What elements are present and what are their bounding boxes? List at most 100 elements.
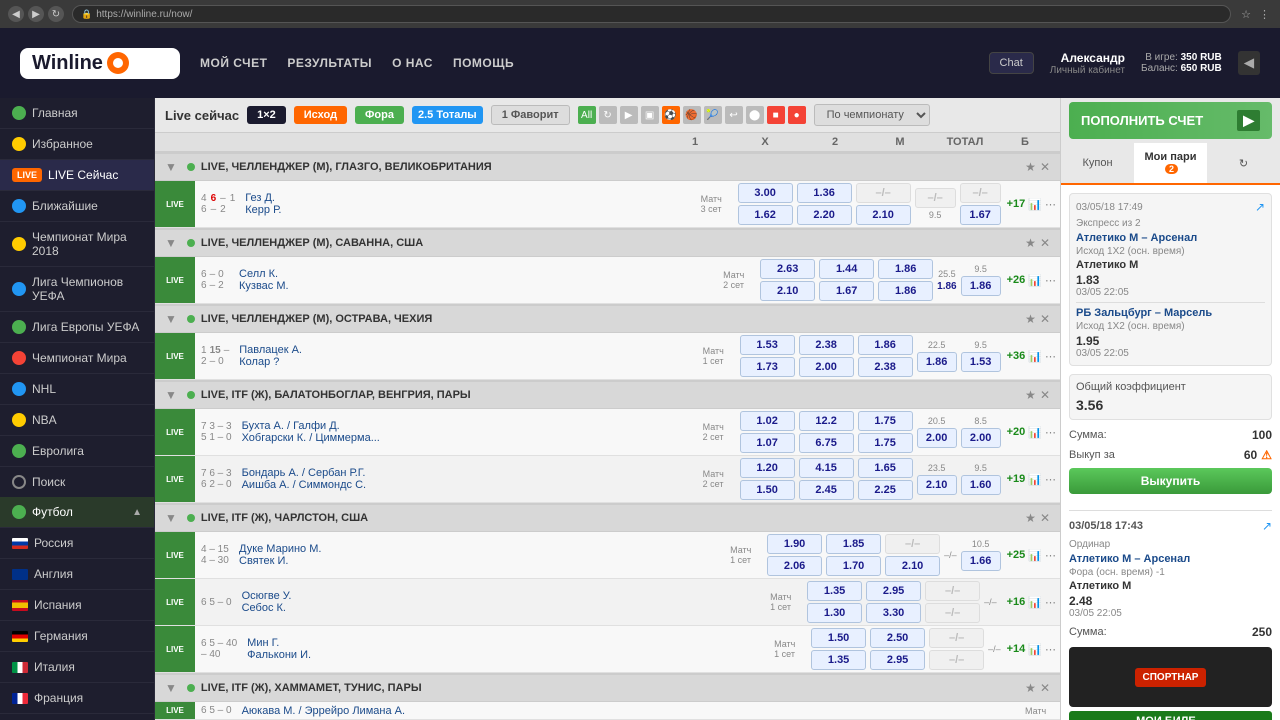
tournament-hammamet[interactable]: ▼ LIVE, ITF (Ж), ХАММАМЕТ, ТУНИС, ПАРЫ ★… [155,673,1060,702]
tab-totals[interactable]: 2.5 Тоталы [412,106,483,124]
player1-glasgow[interactable]: Гез Д. [245,192,696,204]
sidebar-item-search[interactable]: Поиск [0,467,154,497]
refresh-btn[interactable]: ↻ [48,6,64,22]
menu-icon[interactable]: ⋮ [1257,6,1272,23]
sidebar-item-nba[interactable]: NBA [0,405,154,436]
filter-icon-8[interactable]: ⬤ [746,106,764,124]
sportnation-btn[interactable]: СПОРТНАР [1135,668,1207,687]
odd3t-ostrava[interactable]: 2.38 [858,357,913,377]
player2-ch3[interactable]: Фалькони И. [247,649,770,661]
odd1-savannah[interactable]: 2.63 [760,259,815,279]
sidebar-item-euroleague[interactable]: Евролига [0,436,154,467]
player1-hm[interactable]: Аюкава М. / Эррейро Лимана А. [242,705,1021,717]
total-b-bb2[interactable]: 1.60 [961,475,1001,495]
sidebar-item-spain[interactable]: Испания [0,590,154,621]
tourn-star-charleston[interactable]: ★ [1025,511,1036,525]
total-hb-bb2[interactable]: 2.10 [917,475,957,495]
player1-savannah[interactable]: Селл К. [239,268,719,280]
sidebar-item-home[interactable]: Главная [0,98,154,129]
nav-about[interactable]: О НАС [392,56,433,70]
sidebar-item-england[interactable]: Англия [0,559,154,590]
tab-favorite[interactable]: 1 Фаворит [491,105,570,125]
odd1t-ostrava[interactable]: 1.73 [740,357,795,377]
tournament-balatonboglar[interactable]: ▼ LIVE, ITF (Ж), БАЛАТОНБОГЛАР, ВЕНГРИЯ,… [155,380,1060,409]
odd1t-savannah[interactable]: 2.10 [760,281,815,301]
tourn-close-charleston[interactable]: ✕ [1040,511,1050,525]
more-bb2[interactable]: ⋯ [1045,473,1056,486]
address-bar[interactable]: 🔒 https://winline.ru/now/ [72,5,1231,23]
sidebar-item-australia[interactable]: Австралия [0,714,154,720]
tab-outcome[interactable]: Исход [294,106,347,124]
odd3-ch3[interactable]: –/– [929,628,984,648]
tourn-close-savannah[interactable]: ✕ [1040,236,1050,250]
total-b-bb1[interactable]: 2.00 [961,428,1001,448]
plus-btn-bb2[interactable]: +19 [1007,473,1026,485]
chart-icon-savannah[interactable]: 📊 [1028,274,1042,287]
odd1-bb1[interactable]: 1.02 [740,411,795,431]
odd3-savannah[interactable]: 1.86 [878,259,933,279]
player1-bb2[interactable]: Бондарь А. / Сербан Р.Г. [242,467,699,479]
more-ch2[interactable]: ⋯ [1045,596,1056,609]
odd1-ch2[interactable]: 1.35 [807,581,862,601]
tab-my-bets[interactable]: Мои пари 2 [1134,143,1207,183]
nav-help[interactable]: ПОМОЩЬ [453,56,514,70]
player2-savannah[interactable]: Кузвас М. [239,280,719,292]
sidebar-item-uel[interactable]: Лига Европы УЕФА [0,312,154,343]
total-b-savannah[interactable]: 1.86 [961,276,1001,296]
sidebar-item-upcoming[interactable]: Ближайшие [0,191,154,222]
tournament-savannah[interactable]: ▼ LIVE, ЧЕЛЛЕНДЖЕР (М), САВАННА, США ★ ✕ [155,228,1060,257]
sidebar-item-ucl[interactable]: Лига Чемпионов УЕФА [0,267,154,312]
chart-bb1[interactable]: 📊 [1028,426,1042,439]
total-b-ostrava[interactable]: 1.53 [961,352,1001,372]
odd3t-ch2[interactable]: –/– [925,603,980,623]
odd1t-ch3[interactable]: 1.35 [811,650,866,670]
sidebar-item-italy[interactable]: Италия [0,652,154,683]
tab-coupon[interactable]: Купон [1061,143,1134,183]
chart-ch3[interactable]: 📊 [1028,643,1042,656]
sidebar-item-france[interactable]: Франция [0,683,154,714]
odd3-glasgow[interactable]: –/– [856,183,911,203]
plus-btn-ch1[interactable]: +25 [1007,549,1026,561]
chart-icon-glasgow[interactable]: 📊 [1028,198,1042,211]
tab-fora[interactable]: Фора [355,106,404,124]
odd3-ch2[interactable]: –/– [925,581,980,601]
plus-btn-savannah[interactable]: +26 [1007,274,1026,286]
tourn-star-ostrava[interactable]: ★ [1025,312,1036,326]
bookmark-icon[interactable]: ☆ [1239,6,1253,23]
total-hb-ostrava[interactable]: 1.86 [917,352,957,372]
player1-ch1[interactable]: Дуке Марино М. [239,543,726,555]
plus-btn-ostrava[interactable]: +36 [1007,350,1026,362]
plus-btn-bb1[interactable]: +20 [1007,426,1026,438]
sidebar-item-russia[interactable]: Россия [0,528,154,559]
sidebar-item-nhl[interactable]: NHL [0,374,154,405]
odd1t-bb1[interactable]: 1.07 [740,433,795,453]
chat-button[interactable]: Chat [989,52,1034,74]
odd2t-ch3[interactable]: 2.95 [870,650,925,670]
more-icon-glasgow[interactable]: ⋯ [1045,198,1056,211]
odd2-ch2[interactable]: 2.95 [866,581,921,601]
odd3t-ch3[interactable]: –/– [929,650,984,670]
filter-icon-2[interactable]: ▶ [620,106,638,124]
odd1-glasgow[interactable]: 3.00 [738,183,793,203]
more-icon-savannah[interactable]: ⋯ [1045,274,1056,287]
filter-all[interactable]: All [578,106,596,124]
sidebar-item-live[interactable]: LIVE LIVE Сейчас [0,160,154,191]
odd3t-savannah[interactable]: 1.86 [878,281,933,301]
odd3-bb1[interactable]: 1.75 [858,411,913,431]
more-icon-ostrava[interactable]: ⋯ [1045,350,1056,363]
chart-bb2[interactable]: 📊 [1028,473,1042,486]
more-ch3[interactable]: ⋯ [1045,643,1056,656]
player1-bb1[interactable]: Бухта А. / Галфи Д. [242,420,699,432]
player2-ch1[interactable]: Святек И. [239,555,726,567]
express-share-icon[interactable]: ↗ [1255,200,1265,214]
sidebar-item-favorites[interactable]: Избранное [0,129,154,160]
odd2t-glasgow[interactable]: 2.20 [797,205,852,225]
nav-results[interactable]: РЕЗУЛЬТАТЫ [287,56,372,70]
total-b-glasgow[interactable]: 1.67 [960,205,1001,225]
odd2-bb1[interactable]: 12.2 [799,411,854,431]
plus-btn-ch2[interactable]: +16 [1007,596,1026,608]
sidebar-item-worldcup2018[interactable]: Чемпионат Мира 2018 [0,222,154,267]
filter-icon-9[interactable]: ■ [767,106,785,124]
odd1t-bb2[interactable]: 1.50 [740,480,795,500]
odd1t-glasgow[interactable]: 1.62 [738,205,793,225]
